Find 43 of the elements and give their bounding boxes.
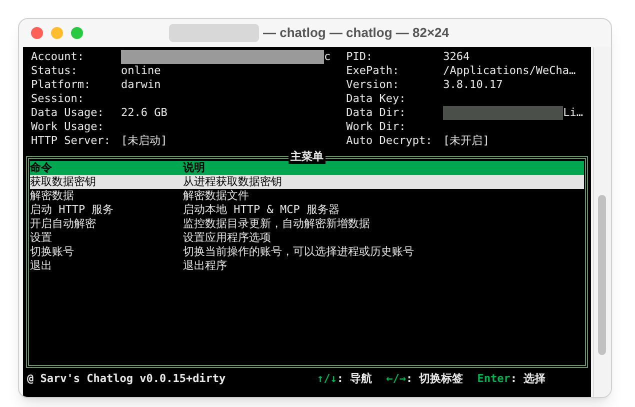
menu-title: 主菜单 xyxy=(288,150,326,164)
zoom-button[interactable] xyxy=(71,27,83,39)
close-button[interactable] xyxy=(31,27,43,39)
column-header: 命令 xyxy=(30,161,53,175)
window-title: — chatlog — chatlog — 82×24 xyxy=(263,24,450,42)
field-label: Account: xyxy=(31,50,85,64)
field-label: ExePath: xyxy=(346,64,400,78)
menu-item[interactable]: 切换账号 切换当前操作的账号，可以选择进程或历史账号 xyxy=(30,245,584,259)
field-label: Data Usage: xyxy=(31,106,105,120)
field-value: [未启动] xyxy=(121,134,168,148)
app-version: @ Sarv's Chatlog v0.0.15+dirty xyxy=(27,372,227,386)
field-value: /Applications/WeCha… xyxy=(443,64,576,78)
field-label: Data Dir: xyxy=(346,106,407,120)
field-label: Work Usage: xyxy=(31,120,105,134)
field-value: 3264 xyxy=(443,50,470,64)
field-label: Work Dir: xyxy=(346,120,407,134)
menu-item[interactable]: 开启自动解密 监控数据目录更新，自动解密新增数据 xyxy=(30,217,584,231)
minimize-button[interactable] xyxy=(51,27,63,39)
field-value: online xyxy=(121,64,161,78)
field-label: Status: xyxy=(31,64,78,78)
field-value: Li… xyxy=(563,106,583,120)
field-label: Session: xyxy=(31,92,85,106)
field-value: darwin xyxy=(121,78,161,92)
menu-item[interactable]: 启动 HTTP 服务 启动本地 HTTP & MCP 服务器 xyxy=(30,203,584,217)
field-label: PID: xyxy=(346,50,374,64)
field-value: 3.8.10.17 xyxy=(443,78,503,92)
key-hint: Enter: 选择 xyxy=(477,372,546,386)
field-label: Auto Decrypt: xyxy=(346,134,434,148)
field-label: Version: xyxy=(346,78,400,92)
field-label: HTTP Server: xyxy=(31,134,112,148)
scrollbar-thumb[interactable] xyxy=(598,195,606,355)
menu-item[interactable]: 解密数据 解密数据文件 xyxy=(30,189,584,203)
menu-item[interactable]: 退出 退出程序 xyxy=(30,259,584,273)
column-header: 说明 xyxy=(183,161,206,175)
field-label: Platform: xyxy=(31,78,92,92)
field-value: 22.6 GB xyxy=(121,106,168,120)
field-value: c xyxy=(324,50,331,64)
key-hint: ←/→: 切换标签 xyxy=(386,372,464,386)
field-label: Data Key: xyxy=(346,92,407,106)
menu-item[interactable]: 获取数据密钥 从进程获取数据密钥 xyxy=(30,175,584,189)
field-value: [未开启] xyxy=(443,134,490,148)
key-hint: ↑/↓: 导航 xyxy=(317,372,372,386)
menu-item[interactable]: 设置 设置应用程序选项 xyxy=(30,231,584,245)
